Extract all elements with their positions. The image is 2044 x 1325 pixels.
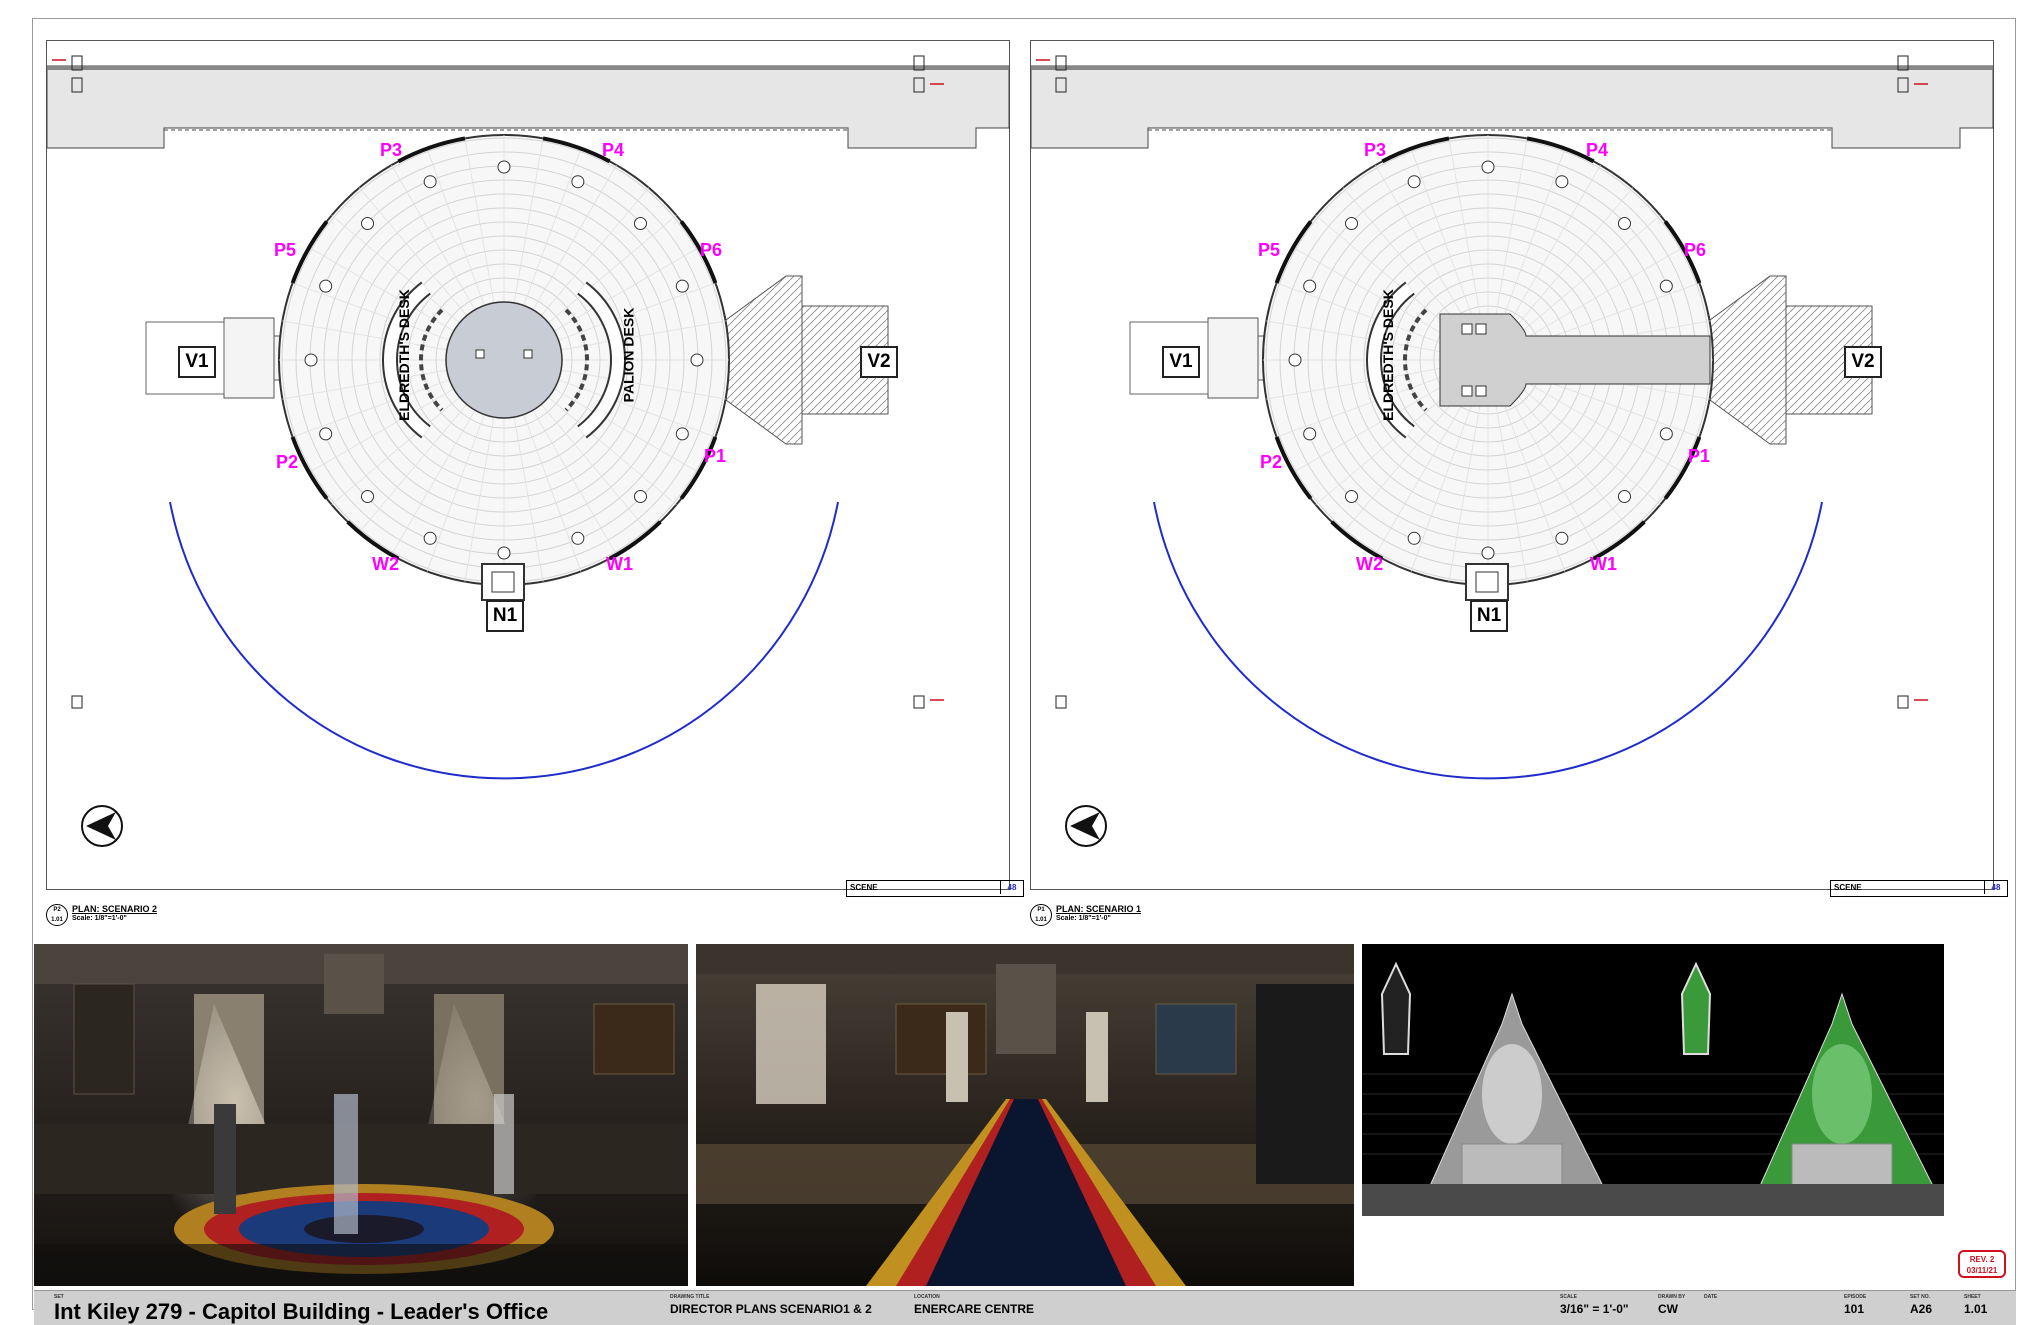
drawing-title-label: DRAWING TITLE <box>670 1294 710 1300</box>
label-v2: V2 <box>860 346 898 378</box>
label-p1: P1 <box>704 446 727 466</box>
revision-stamp: REV. 2 03/11/21 <box>1958 1250 2006 1278</box>
sheet: 1.01 <box>1964 1302 1988 1316</box>
label-n1: N1 <box>486 600 524 632</box>
label-p3: P3 <box>380 140 403 160</box>
label-p6: P6 <box>700 240 723 260</box>
set-name: Int Kiley 279 - Capitol Building - Leade… <box>54 1299 549 1324</box>
plan-scenario-2 <box>46 40 1010 890</box>
label-v1: V1 <box>1162 346 1200 378</box>
drawing-title: DIRECTOR PLANS SCENARIO1 & 2 <box>670 1302 872 1316</box>
label-n1: N1 <box>1470 600 1508 632</box>
episode: 101 <box>1844 1302 1865 1316</box>
label-w2: W2 <box>372 554 399 574</box>
plan-scenario-1 <box>1030 40 1994 890</box>
scale-label: SCALE <box>1560 1294 1577 1300</box>
scene-box: SCENE 48 <box>1830 880 2008 897</box>
location-label: LOCATION <box>914 1294 940 1300</box>
label-p4: P4 <box>1586 140 1609 160</box>
label-p2: P2 <box>1260 452 1283 472</box>
drawn-by-label: DRAWN BY <box>1658 1294 1686 1300</box>
label-p1: P1 <box>1688 446 1711 466</box>
sheet-label: SHEET <box>1964 1294 1981 1300</box>
desk-label-eldredth: ELDREDTH'S DESK <box>395 289 412 421</box>
drawn-by: CW <box>1658 1302 1678 1316</box>
render-leaders-office-carpet <box>696 944 1354 1286</box>
label-w1: W1 <box>1590 554 1617 574</box>
label-p3: P3 <box>1364 140 1387 160</box>
label-v2: V2 <box>1844 346 1882 378</box>
render-capitol-building-elevation <box>1362 944 1944 1216</box>
render-leaders-office-desks <box>34 944 688 1286</box>
episode-label: EPISODE <box>1844 1294 1867 1300</box>
label-p5: P5 <box>1258 240 1281 260</box>
set-no: A26 <box>1910 1302 1933 1316</box>
desk-label-eldredth: ELDREDTH'S DESK <box>1379 289 1396 421</box>
scale: 3/16" = 1'-0" <box>1560 1302 1629 1316</box>
label-p4: P4 <box>602 140 625 160</box>
location: ENERCARE CENTRE <box>914 1302 1035 1316</box>
label-p2: P2 <box>276 452 299 472</box>
title-block: SET Int Kiley 279 - Capitol Building - L… <box>34 1290 2016 1325</box>
label-p5: P5 <box>274 240 297 260</box>
label-w1: W1 <box>606 554 633 574</box>
label-w2: W2 <box>1356 554 1383 574</box>
date-label: DATE <box>1704 1294 1718 1300</box>
desk-label-palion: PALION DESK <box>620 307 637 403</box>
label-v1: V1 <box>178 346 216 378</box>
label-p6: P6 <box>1684 240 1707 260</box>
set-no-label: SET NO. <box>1910 1294 1931 1300</box>
scene-box: SCENE 48 <box>846 880 1024 897</box>
